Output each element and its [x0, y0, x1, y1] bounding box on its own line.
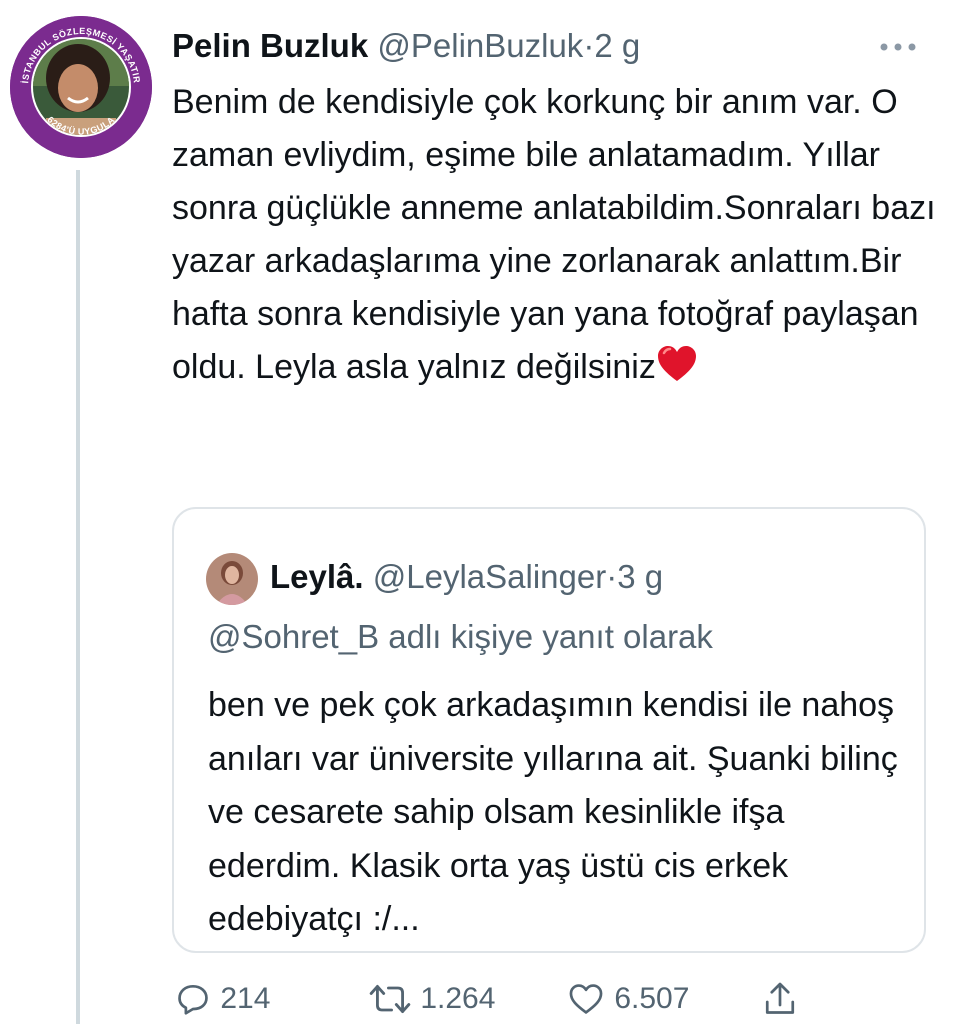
- retweet-button[interactable]: 1.264: [368, 975, 495, 1021]
- quoted-tweet-header: Leylâ. @LeylaSalinger·3 g: [206, 549, 663, 606]
- thread-line: [76, 170, 80, 1024]
- tweet-body: Benim de kendisiyle çok korkunç bir anım…: [172, 83, 936, 386]
- like-button[interactable]: 6.507: [566, 975, 689, 1021]
- author-avatar[interactable]: İSTANBUL SÖZLEŞMESİ YAŞATIR 6284'Ü UYGUL…: [10, 16, 152, 158]
- heart-icon: [569, 984, 603, 1014]
- more-horizontal-icon[interactable]: [878, 22, 918, 62]
- like-count: 6.507: [614, 982, 690, 1016]
- tweet-actions: 214 1.264 6.507: [172, 975, 932, 1021]
- reply-button[interactable]: 214: [174, 975, 270, 1021]
- avatar-badge-icon: İSTANBUL SÖZLEŞMESİ YAŞATIR 6284'Ü UYGUL…: [10, 16, 152, 158]
- reply-icon: [178, 985, 208, 1015]
- separator-dot: ·: [583, 27, 595, 64]
- tweet-header: Pelin Buzluk @PelinBuzluk·2 g: [172, 22, 932, 72]
- tweet-text: Benim de kendisiyle çok korkunç bir anım…: [172, 76, 942, 394]
- retweet-count: 1.264: [420, 982, 496, 1016]
- retweet-icon: [369, 985, 411, 1014]
- tweet-time[interactable]: 2 g: [594, 27, 640, 64]
- quoted-tweet-card[interactable]: Leylâ. @LeylaSalinger·3 g @Sohret_B adlı…: [172, 507, 926, 953]
- reply-context: @Sohret_B adlı kişiye yanıt olarak: [208, 618, 713, 655]
- quoted-author-name[interactable]: Leylâ.: [270, 558, 364, 595]
- quoted-author-handle[interactable]: @LeylaSalinger: [373, 558, 606, 595]
- red-heart-icon: [656, 344, 698, 384]
- share-button[interactable]: [762, 975, 798, 1021]
- author-name[interactable]: Pelin Buzluk: [172, 27, 368, 64]
- quoted-separator-dot: ·: [606, 558, 618, 595]
- reply-count: 214: [220, 982, 271, 1016]
- quoted-tweet-time[interactable]: 3 g: [617, 558, 663, 595]
- author-handle[interactable]: @PelinBuzluk: [377, 27, 583, 64]
- share-icon: [765, 982, 795, 1014]
- quoted-tweet-text: ben ve pek çok arkadaşımın kendisi ile n…: [208, 686, 898, 938]
- quoted-author-avatar[interactable]: [206, 553, 258, 606]
